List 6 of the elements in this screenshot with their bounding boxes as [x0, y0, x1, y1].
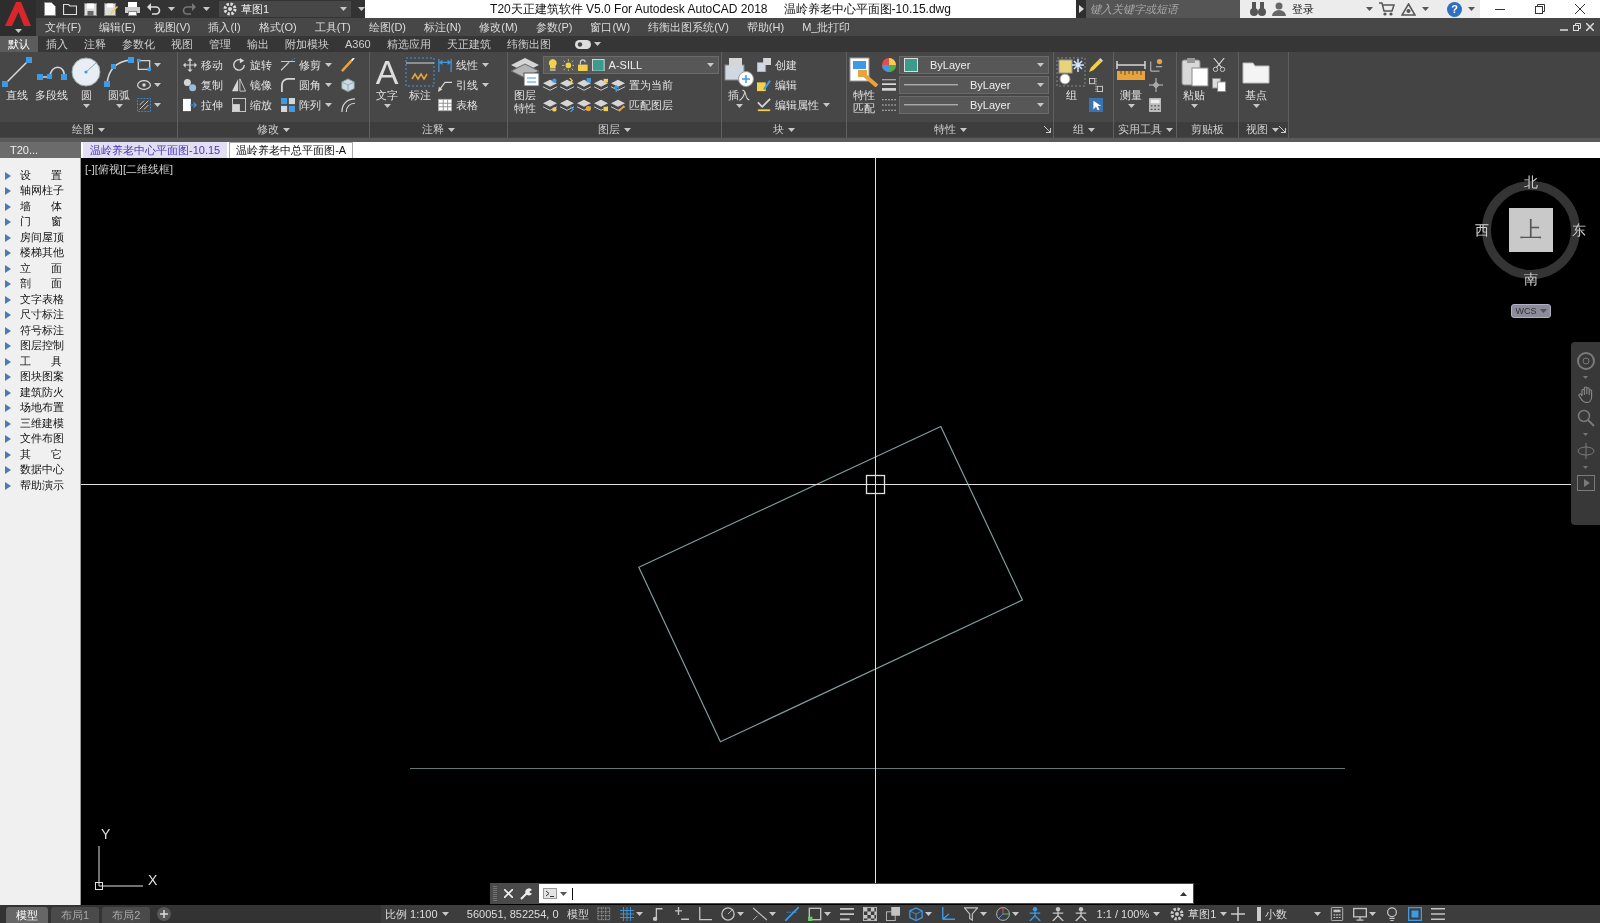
coordinates-readout: 560051, 852254, 0: [465, 908, 560, 920]
palette-title: T20...: [0, 142, 81, 158]
file-name: 温岭养老中心平面图-10.15.dwg: [783, 0, 951, 18]
axis-label: Y: [101, 826, 111, 842]
axis-label: X: [148, 872, 158, 888]
window-title: T20天正建筑软件 V5.0 For Autodesk AutoCAD 2018: [490, 0, 768, 18]
